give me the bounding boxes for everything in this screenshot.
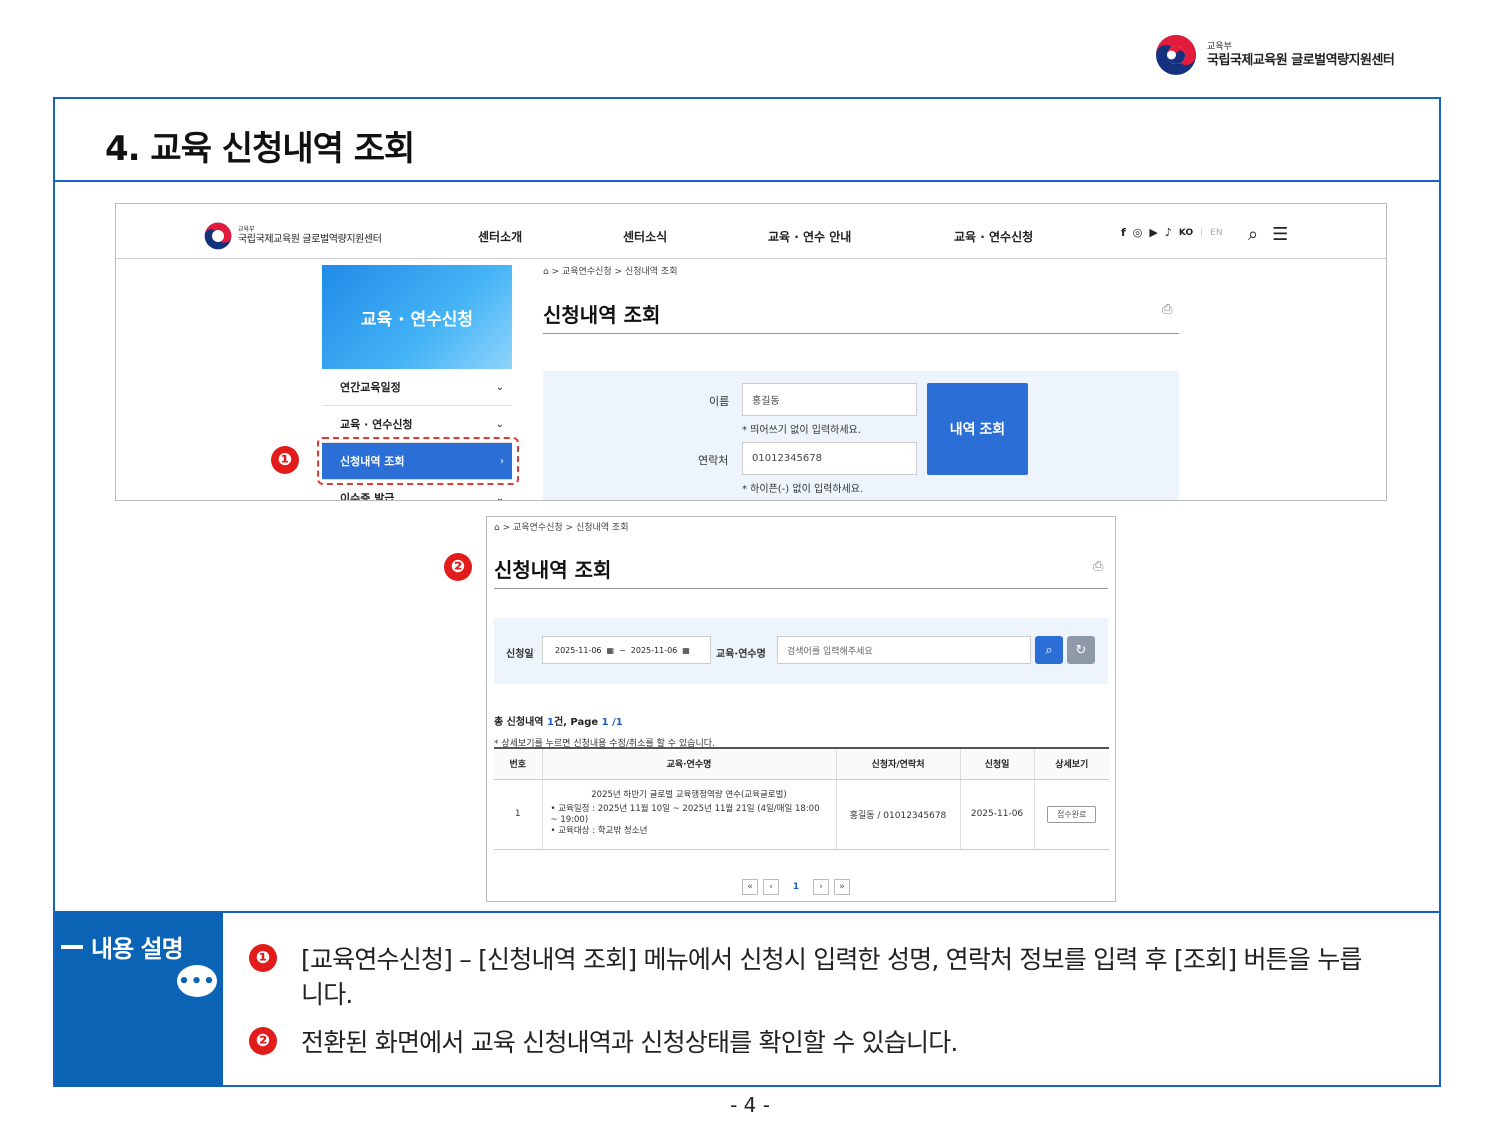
taegeuk-logo-icon [1156, 35, 1196, 75]
explain-text-2: 전환된 화면에서 교육 신청내역과 신청상태를 확인할 수 있습니다. [301, 1028, 958, 1057]
explain-item-1: ❶ [교육연수신청] – [신청내역 조회] 메뉴에서 신청시 입력한 성명, … [249, 942, 1381, 1012]
org-name: 국립국제교육원 글로벌역량지원센터 [1207, 52, 1395, 68]
org-ministry: 교육부 [1207, 41, 1232, 52]
explain-item-2: ❷ 전환된 화면에서 교육 신청내역과 신청상태를 확인할 수 있습니다. [249, 1025, 1381, 1060]
explain-label-text: 내용 설명 [91, 935, 184, 963]
explain-region: 내용 설명 ••• ❶ [교육연수신청] – [신청내역 조회] 메뉴에서 신청… [55, 99, 1439, 1087]
marker-1: ❶ [249, 944, 277, 972]
page-number: - 4 - [730, 1093, 770, 1117]
explain-label: 내용 설명 [61, 929, 184, 964]
marker-2: ❷ [249, 1027, 277, 1055]
explain-label-panel: 내용 설명 ••• [55, 913, 223, 1087]
org-logo: 교육부 국립국제교육원 글로벌역량지원센터 [1155, 34, 1395, 76]
speech-bubble-icon: ••• [177, 965, 217, 997]
explain-divider [55, 911, 1439, 913]
explain-text-1: [교육연수신청] – [신청내역 조회] 메뉴에서 신청시 입력한 성명, 연락… [301, 945, 1362, 1009]
dash-icon [61, 944, 83, 949]
